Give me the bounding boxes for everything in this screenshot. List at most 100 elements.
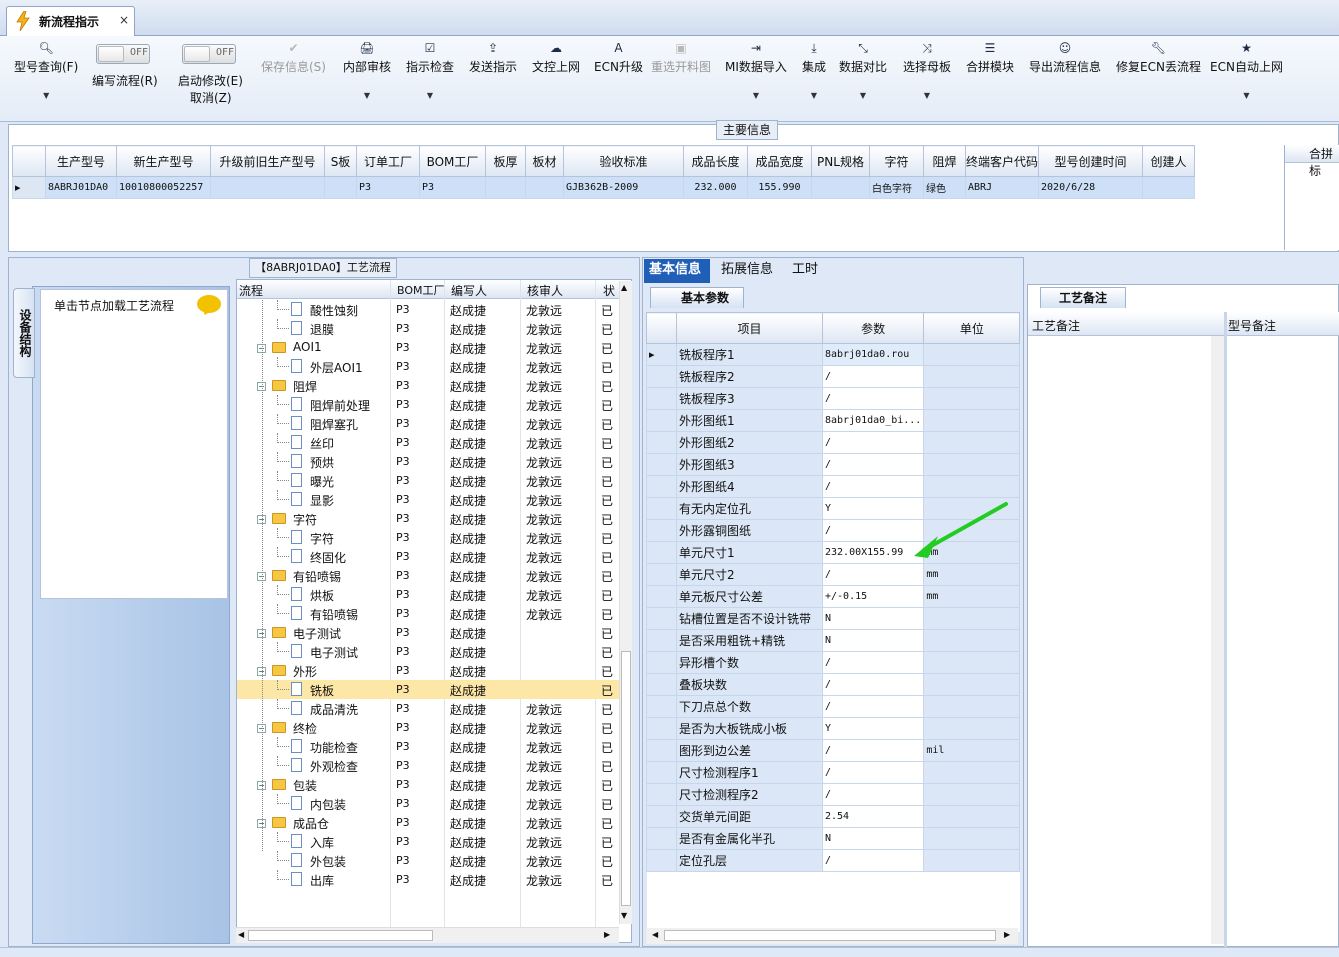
toolbar-button[interactable]: ⤓ 集成 ▼ — [802, 40, 826, 100]
param-row[interactable]: 异形槽个数 / — [646, 651, 1021, 674]
col-header[interactable]: 字符 — [869, 145, 924, 177]
tree-row[interactable]: − 终检 P3 赵成捷 龙敦远已 — [237, 718, 621, 737]
param-row[interactable]: 叠板块数 / — [646, 673, 1021, 696]
toolbar-button[interactable]: A ECN升级 — [594, 40, 643, 75]
col-header[interactable]: 板材 — [525, 145, 564, 177]
toolbar-button[interactable]: ☑ 指示检查 ▼ — [406, 40, 454, 100]
toolbar-button[interactable]: 🔍︎ 型号查询(F) ▼ — [14, 40, 78, 100]
param-row[interactable]: 外形图纸1 8abrj01da0_bi... — [646, 409, 1021, 432]
tab-extended-info[interactable]: 拓展信息 — [716, 259, 778, 283]
param-row[interactable]: 单元尺寸2/mm — [646, 563, 1021, 586]
param-row[interactable]: 铣板程序3/ — [646, 387, 1021, 410]
tree-row[interactable]: − 包装 P3 赵成捷 龙敦远已 — [237, 775, 621, 794]
param-row[interactable]: 定位孔层 / — [646, 849, 1021, 872]
tree-row[interactable]: − 电子测试 P3 赵成捷已 — [237, 623, 621, 642]
col-header[interactable]: 终端客户代码 — [964, 145, 1040, 177]
tree-row[interactable]: 显影 P3 赵成捷 龙敦远 已 — [237, 490, 621, 509]
tree-row[interactable]: 字符 P3 赵成捷 龙敦远 已 — [237, 528, 621, 547]
dropdown-arrow-icon[interactable]: ▼ — [14, 91, 78, 100]
param-row[interactable]: 是否有金属化半孔 N — [646, 827, 1021, 850]
param-value[interactable]: +/-0.15 — [821, 585, 925, 608]
param-row[interactable]: 铣板程序2/ — [646, 365, 1021, 388]
tree-row[interactable]: − AOI1 P3 赵成捷 龙敦远已 — [237, 338, 621, 357]
col-header[interactable]: 订单工厂 — [356, 145, 420, 177]
param-value[interactable]: N — [821, 607, 925, 630]
tree-row[interactable]: 外包装 P3 赵成捷 龙敦远 已 — [237, 851, 621, 870]
param-value[interactable]: Y — [821, 717, 925, 740]
col-header[interactable]: 升级前旧生产型号 — [210, 145, 325, 177]
dropdown-arrow-icon[interactable]: ▼ — [343, 91, 391, 100]
param-row[interactable]: 下刀点总个数 / — [646, 695, 1021, 718]
toolbar-toggle-label2[interactable]: 取消(Z) — [190, 89, 232, 106]
toggle-switch[interactable]: OFF — [182, 44, 236, 64]
scroll-left-icon[interactable]: ◀ — [238, 930, 244, 939]
toolbar-button[interactable]: ⤡ 数据对比 ▼ — [839, 40, 887, 100]
toolbar-button[interactable]: ⤨ 选择母板 ▼ — [903, 40, 951, 100]
param-row[interactable]: 尺寸检测程序2/ — [646, 783, 1021, 806]
param-value[interactable]: / — [821, 849, 925, 872]
tab-device-structure[interactable]: 设备结构 — [13, 288, 35, 378]
tree-row[interactable]: 功能检查 P3 赵成捷 龙敦远 已 — [237, 737, 621, 756]
param-value[interactable]: / — [821, 387, 925, 410]
param-value[interactable]: / — [821, 783, 925, 806]
tree-vertical-scrollbar[interactable]: ▲ ▼ — [619, 281, 632, 924]
node-hint-box[interactable]: 单击节点加载工艺流程 — [40, 289, 228, 599]
param-value[interactable]: / — [821, 739, 925, 762]
param-hscroll-thumb[interactable] — [664, 930, 996, 941]
param-row[interactable]: 尺寸检测程序1/ — [646, 761, 1021, 784]
tree-row[interactable]: 出库 P3 赵成捷 龙敦远 已 — [237, 870, 621, 889]
tree-row[interactable]: − 成品仓 P3 赵成捷 龙敦远已 — [237, 813, 621, 832]
toolbar-button[interactable]: ▣ 重选开料图 — [651, 40, 711, 75]
col-bom-factory[interactable]: BOM工厂 — [397, 282, 445, 298]
col-header[interactable]: 成品宽度 — [747, 145, 812, 177]
param-value[interactable]: / — [821, 431, 925, 454]
col-unit[interactable]: 单位 — [923, 312, 1021, 344]
col-header[interactable]: 型号创建时间 — [1038, 145, 1144, 177]
param-value[interactable]: Y — [821, 497, 925, 520]
col-writer[interactable]: 编写人 — [451, 282, 487, 299]
param-row[interactable]: 是否为大板铣成小板 Y — [646, 717, 1021, 740]
param-row[interactable]: 外形图纸4/ — [646, 475, 1021, 498]
dropdown-arrow-icon[interactable]: ▼ — [802, 91, 826, 100]
col-reviewer[interactable]: 核审人 — [527, 282, 563, 299]
dropdown-arrow-icon[interactable]: ▼ — [839, 91, 887, 100]
close-icon[interactable]: × — [119, 13, 129, 27]
tab-basic-info[interactable]: 基本信息 — [644, 259, 710, 283]
toolbar-button[interactable]: ☰ 合拼模块 — [966, 40, 1014, 75]
tree-row[interactable]: 电子测试 P3 赵成捷 已 — [237, 642, 621, 661]
param-value[interactable]: 8abrj01da0.rou — [821, 343, 925, 366]
dropdown-arrow-icon[interactable]: ▼ — [725, 91, 787, 100]
dropdown-arrow-icon[interactable]: ▼ — [903, 91, 951, 100]
col-header[interactable]: PNL规格 — [811, 145, 870, 177]
tree-row[interactable]: 入库 P3 赵成捷 龙敦远 已 — [237, 832, 621, 851]
dropdown-arrow-icon[interactable]: ▼ — [1210, 91, 1283, 100]
tree-row[interactable]: 外观检查 P3 赵成捷 龙敦远 已 — [237, 756, 621, 775]
tree-row[interactable]: 成品清洗 P3 赵成捷 龙敦远 已 — [237, 699, 621, 718]
param-value[interactable]: / — [821, 673, 925, 696]
toolbar-button[interactable]: ⇪ 发送指示 — [469, 40, 517, 75]
tree-row[interactable]: − 阻焊 P3 赵成捷 龙敦远已 — [237, 376, 621, 395]
param-row[interactable]: 钻槽位置是否不设计铣带 N — [646, 607, 1021, 630]
tree-row[interactable]: − 字符 P3 赵成捷 龙敦远已 — [237, 509, 621, 528]
tree-row[interactable]: 丝印 P3 赵成捷 龙敦远 已 — [237, 433, 621, 452]
dropdown-arrow-icon[interactable]: ▼ — [406, 91, 454, 100]
param-value[interactable]: 2.54 — [821, 805, 925, 828]
param-row[interactable]: 外形图纸2/ — [646, 431, 1021, 454]
col-item[interactable]: 项目 — [676, 312, 823, 344]
toggle-switch[interactable]: OFF — [96, 44, 150, 64]
param-value[interactable]: / — [821, 519, 925, 542]
tab-new-process[interactable]: 新流程指示 × — [6, 6, 135, 36]
tree-row[interactable]: 有铅喷锡 P3 赵成捷 龙敦远 已 — [237, 604, 621, 623]
col-header[interactable]: 生产型号 — [45, 145, 117, 177]
scroll-left-icon[interactable]: ◀ — [652, 930, 658, 939]
param-value[interactable]: / — [821, 695, 925, 718]
col-flow[interactable]: 流程 — [239, 282, 263, 299]
tree-horizontal-scrollbar[interactable]: ◀ ▶ — [236, 927, 619, 943]
col-header[interactable]: 新生产型号 — [116, 145, 211, 177]
param-value[interactable]: / — [821, 453, 925, 476]
tree-row[interactable]: 曝光 P3 赵成捷 龙敦远 已 — [237, 471, 621, 490]
tree-row[interactable]: − 有铅喷锡 P3 赵成捷 龙敦远已 — [237, 566, 621, 585]
scroll-up-icon[interactable]: ▲ — [621, 283, 627, 292]
param-value[interactable]: / — [821, 365, 925, 388]
tree-row[interactable]: 内包装 P3 赵成捷 龙敦远 已 — [237, 794, 621, 813]
